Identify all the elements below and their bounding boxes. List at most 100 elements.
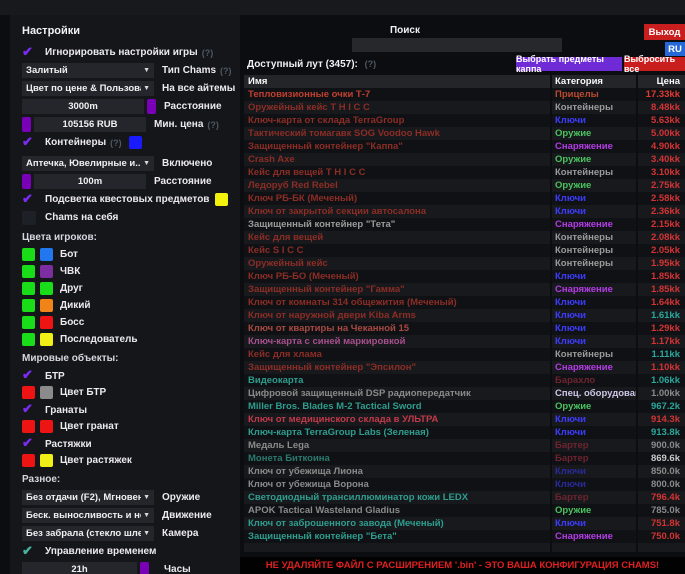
hours-input[interactable]: 21h <box>22 562 137 574</box>
table-row[interactable]: Тактический томагавк SOG Voodoo Hawk Ору… <box>244 127 685 140</box>
table-row[interactable]: Кейс S I C C Контейнеры 2.05kk <box>244 244 685 257</box>
accent-color-swatch[interactable] <box>147 99 156 114</box>
containers-filter-dropdown[interactable]: Аптечка, Ювелирные и... ▼ <box>22 156 154 171</box>
color-swatch[interactable] <box>40 265 53 278</box>
help-icon[interactable]: (?) <box>110 138 122 148</box>
item-price: 850.0k <box>636 465 685 478</box>
table-row[interactable]: Ключ-карта от склада TerraGroup Ключи 5.… <box>244 114 685 127</box>
table-row[interactable]: Ключ от квартиры на Чеканной 15 Ключи 1.… <box>244 322 685 335</box>
table-row[interactable] <box>244 543 685 552</box>
table-row[interactable]: Ключ от убежища Лиона Ключи 850.0k <box>244 465 685 478</box>
table-row[interactable]: Ключ от заброшенного завода (Меченый) Кл… <box>244 517 685 530</box>
column-name[interactable]: Имя <box>244 75 550 88</box>
loot-table-body: Тепловизионные очки Т-7 Прицелы 17.33kk … <box>244 88 685 552</box>
select-kappa-items-button[interactable]: Выбрать предметы каппа <box>516 57 622 71</box>
color-swatch[interactable] <box>22 265 35 278</box>
table-row[interactable]: Ключ от закрытой секции автосалона Ключи… <box>244 205 685 218</box>
table-row[interactable]: Монета Биткоина Бартер 869.6k <box>244 452 685 465</box>
item-price: 2.75kk <box>636 179 685 192</box>
accent-color-swatch[interactable] <box>22 174 31 189</box>
item-price: 4.90kk <box>636 140 685 153</box>
world-object-checkbox[interactable] <box>22 437 36 451</box>
color-swatch[interactable] <box>40 316 53 329</box>
table-row[interactable]: Светодиодный трансиллюминатор кожи LEDX … <box>244 491 685 504</box>
accent-color-swatch[interactable] <box>22 117 31 132</box>
table-row[interactable]: Ключ от комнаты 314 общежития (Меченый) … <box>244 296 685 309</box>
search-input[interactable] <box>352 38 562 52</box>
table-row[interactable]: Ключ-карта TerraGroup Labs (Зеленая) Клю… <box>244 426 685 439</box>
player-type-label: ЧВК <box>60 266 80 277</box>
table-row[interactable]: Цифровой защищенный DSP радиопередатчик … <box>244 387 685 400</box>
table-row[interactable]: Ключ РБ-БК (Меченый) Ключи 2.58kk <box>244 192 685 205</box>
table-row[interactable]: Ключ от медицинского склада в УЛЬТРА Клю… <box>244 413 685 426</box>
color-swatch[interactable] <box>22 316 35 329</box>
camera-dropdown[interactable]: Без забрала (стекло шлема) ▼ <box>22 526 154 541</box>
table-row[interactable]: Защищенный контейнер "Каппа" Снаряжение … <box>244 140 685 153</box>
player-type-label: Друг <box>60 283 83 294</box>
table-row[interactable]: Miller Bros. Blades M-2 Tactical Sword О… <box>244 400 685 413</box>
containers-distance-input[interactable]: 100m <box>34 174 146 189</box>
containers-color-swatch[interactable] <box>129 136 142 149</box>
all-items-dropdown[interactable]: Цвет по цене & Пользователь ▼ <box>22 81 154 96</box>
color-swatch[interactable] <box>40 248 53 261</box>
quest-highlight-checkbox[interactable] <box>22 193 36 207</box>
table-row[interactable]: Crash Axe Оружие 3.40kk <box>244 153 685 166</box>
world-object-checkbox[interactable] <box>22 369 36 383</box>
item-price: 913.8k <box>636 426 685 439</box>
column-price[interactable]: Цена <box>636 75 685 88</box>
chams-self-checkbox[interactable] <box>22 211 36 225</box>
color-swatch[interactable] <box>22 282 35 295</box>
table-row[interactable]: Ключ-карта с синей маркировкой Ключи 1.1… <box>244 335 685 348</box>
time-control-checkbox[interactable] <box>22 545 36 559</box>
table-row[interactable]: Оружейный кейс Контейнеры 1.95kk <box>244 257 685 270</box>
drop-all-button[interactable]: Выбросить все <box>624 57 685 71</box>
color-swatch[interactable] <box>22 454 35 467</box>
table-row[interactable]: Защищенный контейнер "Эпсилон" Снаряжени… <box>244 361 685 374</box>
table-row[interactable]: APOK Tactical Wasteland Gladius Оружие 7… <box>244 504 685 517</box>
table-row[interactable]: Медаль Lega Бартер 900.0k <box>244 439 685 452</box>
color-swatch[interactable] <box>22 333 35 346</box>
exit-button[interactable]: Выход <box>644 24 685 40</box>
color-swatch[interactable] <box>22 420 35 433</box>
color-swatch[interactable] <box>40 386 53 399</box>
ignore-game-settings-checkbox[interactable] <box>22 46 36 60</box>
column-category[interactable]: Категория <box>550 75 636 88</box>
distance-input[interactable]: 3000m <box>22 99 144 114</box>
table-row[interactable]: Видеокарта Барахло 1.06kk <box>244 374 685 387</box>
table-row[interactable]: Защищенный контейнер "Бета" Снаряжение 7… <box>244 530 685 543</box>
color-swatch[interactable] <box>40 333 53 346</box>
color-swatch[interactable] <box>40 420 53 433</box>
help-icon[interactable]: (?) <box>365 59 377 69</box>
color-swatch[interactable] <box>40 454 53 467</box>
quest-color-swatch[interactable] <box>215 193 228 206</box>
accent-color-swatch[interactable] <box>140 562 149 574</box>
item-category: Ключи <box>550 478 636 491</box>
chams-type-dropdown[interactable]: Залитый ▼ <box>22 63 154 78</box>
table-row[interactable]: Кейс для вещей T H I C C Контейнеры 3.10… <box>244 166 685 179</box>
color-swatch[interactable] <box>22 248 35 261</box>
table-row[interactable]: Ключ от наружной двери Kiba Arms Ключи 1… <box>244 309 685 322</box>
table-row[interactable]: Ключ РБ-БО (Меченый) Ключи 1.85kk <box>244 270 685 283</box>
item-category <box>550 543 636 552</box>
help-icon[interactable]: (?) <box>220 66 232 76</box>
color-swatch[interactable] <box>40 299 53 312</box>
table-row[interactable]: Защищенный контейнер "Тета" Снаряжение 2… <box>244 218 685 231</box>
min-price-input[interactable]: 105156 RUB <box>34 117 146 132</box>
table-row[interactable]: Кейс для вещей Контейнеры 2.08kk <box>244 231 685 244</box>
help-icon[interactable]: (?) <box>207 120 219 130</box>
item-price: 967.2k <box>636 400 685 413</box>
table-row[interactable]: Кейс для хлама Контейнеры 1.11kk <box>244 348 685 361</box>
weapon-dropdown[interactable]: Без отдачи (F2), Мгновенное п ▼ <box>22 490 154 505</box>
containers-checkbox[interactable] <box>22 136 36 150</box>
world-object-checkbox[interactable] <box>22 403 36 417</box>
table-row[interactable]: Тепловизионные очки Т-7 Прицелы 17.33kk <box>244 88 685 101</box>
table-row[interactable]: Защищенный контейнер "Гамма" Снаряжение … <box>244 283 685 296</box>
movement-dropdown[interactable]: Беск. выносливость и нет уста ▼ <box>22 508 154 523</box>
color-swatch[interactable] <box>40 282 53 295</box>
table-row[interactable]: Оружейный кейс T H I C C Контейнеры 8.48… <box>244 101 685 114</box>
color-swatch[interactable] <box>22 299 35 312</box>
table-row[interactable]: Ключ от убежища Ворона Ключи 800.0k <box>244 478 685 491</box>
table-row[interactable]: Ледоруб Red Rebel Оружие 2.75kk <box>244 179 685 192</box>
help-icon[interactable]: (?) <box>202 48 214 58</box>
color-swatch[interactable] <box>22 386 35 399</box>
